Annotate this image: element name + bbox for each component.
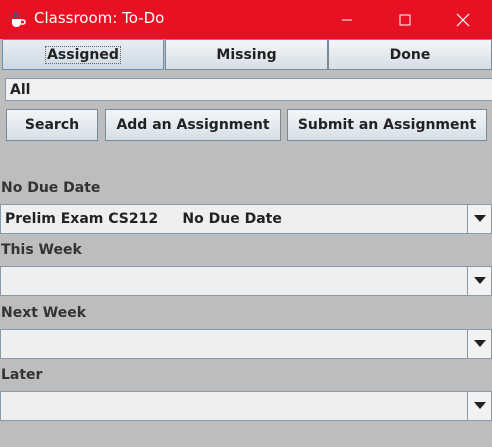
filter-select[interactable]: All [5, 78, 492, 101]
java-cup-icon [8, 10, 28, 30]
tab-label: Done [389, 46, 431, 63]
tab-assigned[interactable]: Assigned [2, 39, 164, 70]
dropdown-arrow-button[interactable] [467, 330, 491, 358]
this-week-dropdown[interactable] [0, 266, 492, 296]
next-week-dropdown[interactable] [0, 329, 492, 359]
close-icon [456, 13, 470, 26]
tab-missing[interactable]: Missing [165, 39, 328, 70]
dropdown-arrow-button[interactable] [467, 392, 491, 420]
search-button[interactable]: Search [6, 109, 98, 141]
search-button-label: Search [24, 117, 80, 133]
add-assignment-button[interactable]: Add an Assignment [105, 109, 281, 141]
maximize-button[interactable] [382, 0, 428, 39]
filter-value: All [10, 82, 31, 98]
chevron-down-icon [473, 277, 486, 284]
minimize-button[interactable] [324, 0, 370, 39]
no-due-date-dropdown[interactable]: Prelim Exam CS212 No Due Date [0, 204, 492, 234]
chevron-down-icon [473, 215, 486, 222]
section-heading-later: Later [1, 367, 43, 383]
dropdown-arrow-button[interactable] [467, 205, 491, 233]
dropdown-value: Prelim Exam CS212 No Due Date [5, 211, 282, 227]
dropdown-arrow-button[interactable] [467, 267, 491, 295]
minimize-icon [342, 19, 352, 20]
window-title: Classroom: To-Do [34, 9, 165, 27]
maximize-icon [399, 14, 411, 25]
tab-done[interactable]: Done [328, 39, 492, 70]
section-heading-this-week: This Week [1, 242, 82, 258]
later-dropdown[interactable] [0, 391, 492, 421]
submit-assignment-button[interactable]: Submit an Assignment [287, 109, 487, 141]
title-bar: Classroom: To-Do [0, 0, 492, 39]
chevron-down-icon [473, 340, 486, 347]
close-button[interactable] [440, 0, 486, 39]
add-assignment-label: Add an Assignment [116, 117, 270, 133]
chevron-down-icon [473, 402, 486, 409]
tab-label: Missing [216, 46, 277, 63]
submit-assignment-label: Submit an Assignment [297, 117, 477, 133]
section-heading-no-due-date: No Due Date [1, 180, 101, 196]
section-heading-next-week: Next Week [1, 305, 87, 321]
tab-label: Assigned [45, 45, 121, 64]
